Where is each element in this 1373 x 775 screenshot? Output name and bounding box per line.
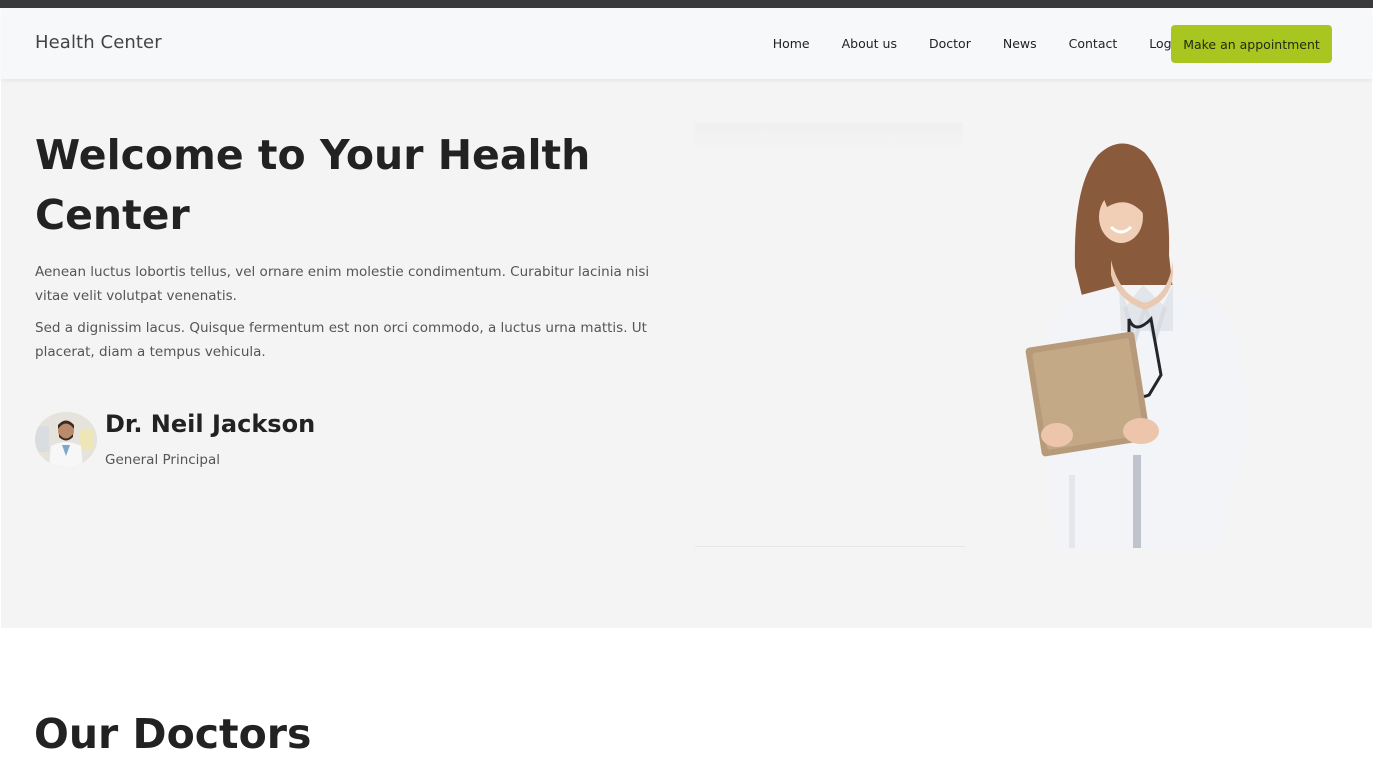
main-nav: Home About us Doctor News Contact Login [741, 35, 1183, 53]
nav-doctor[interactable]: Doctor [929, 35, 971, 53]
doctor-name: Dr. Neil Jackson [105, 410, 316, 438]
top-strip [0, 0, 1373, 8]
nav-news[interactable]: News [1003, 35, 1037, 53]
navbar: Health Center Home About us Doctor News … [1, 8, 1372, 79]
hero-paragraph-2: Sed a dignissim lacus. Quisque fermentum… [35, 320, 647, 360]
faded-banner [695, 123, 963, 153]
doctor-hero-image [1025, 143, 1249, 548]
hero-section: Welcome to Your Health Center Aenean luc… [1, 79, 1372, 628]
brand-logo[interactable]: Health Center [35, 32, 162, 53]
doctor-role: General Principal [105, 452, 221, 468]
nav-contact[interactable]: Contact [1069, 35, 1118, 53]
hero-paragraph-1: Aenean luctus lobortis tellus, vel ornar… [35, 264, 650, 304]
nav-about-us[interactable]: About us [842, 35, 897, 53]
our-doctors-title: Our Doctors [34, 710, 312, 758]
doctor-avatar [35, 412, 97, 467]
divider-line [695, 546, 965, 547]
make-appointment-button[interactable]: Make an appointment [1171, 25, 1332, 63]
nav-home[interactable]: Home [773, 35, 810, 53]
hero-title: Welcome to Your Health Center [35, 131, 591, 239]
